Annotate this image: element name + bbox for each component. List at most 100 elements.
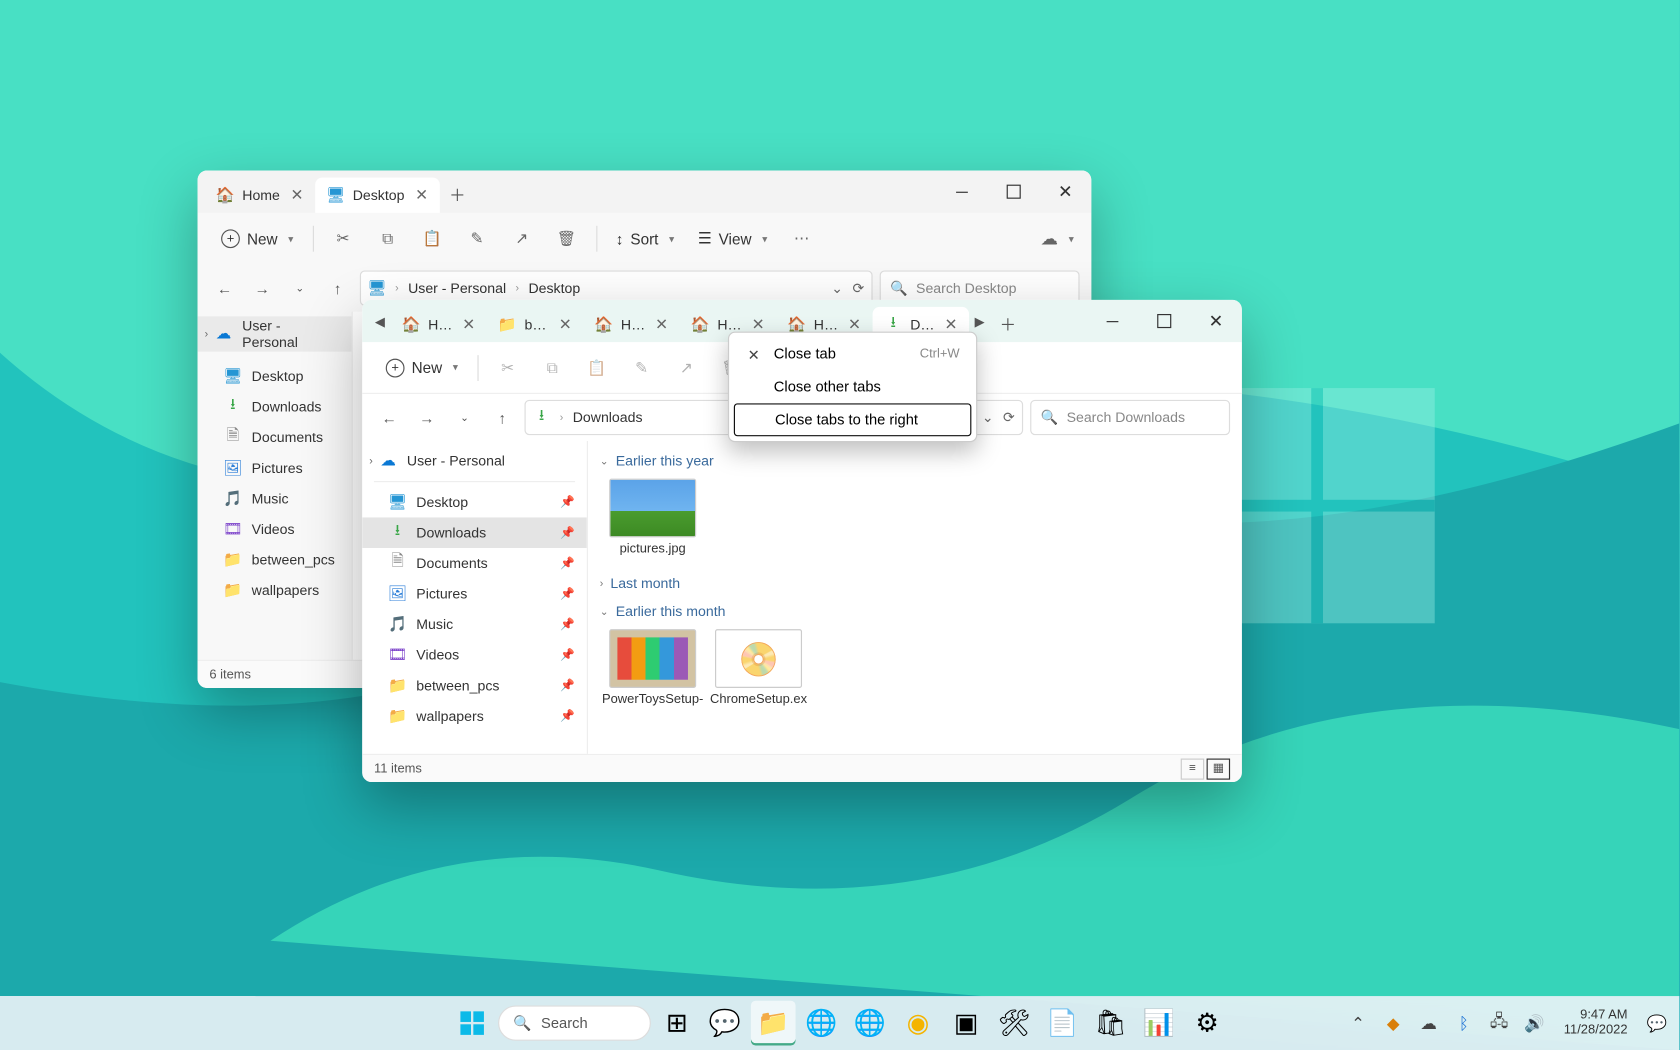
chevron-down-icon[interactable]: ⌄ <box>831 280 843 296</box>
titlebar[interactable]: 🏠Home✕ 🖥Desktop✕ ＋ ✕ <box>198 171 1092 213</box>
taskbar-explorer[interactable]: 📁 <box>751 1001 796 1046</box>
forward-button[interactable]: → <box>412 402 443 433</box>
tab-close-icon[interactable]: ✕ <box>556 315 574 334</box>
sidebar-root[interactable]: ›☁User - Personal <box>362 446 587 477</box>
close-button[interactable]: ✕ <box>1040 171 1092 213</box>
context-menu-item[interactable]: Close other tabs <box>734 370 972 403</box>
search-input[interactable]: 🔍 Search Downloads <box>1030 400 1230 435</box>
tab-desktop[interactable]: 🖥Desktop✕ <box>315 178 440 213</box>
sidebar-item[interactable]: 🖥Desktop <box>198 361 352 392</box>
group-header[interactable]: ›Last month <box>600 568 1230 596</box>
tab-close-icon[interactable]: ✕ <box>288 186 306 205</box>
taskbar-app[interactable]: 💬 <box>703 1001 748 1046</box>
sidebar-item[interactable]: 🖼Pictures <box>198 453 352 484</box>
tab[interactable]: 🏠Hom✕ <box>583 307 679 342</box>
sidebar-item[interactable]: 🎵Music📌 <box>362 609 587 640</box>
minimize-button[interactable] <box>936 171 988 213</box>
tray-network[interactable]: 🖧 <box>1486 1005 1512 1040</box>
taskbar-clock[interactable]: 9:47 AM 11/28/2022 <box>1557 1008 1635 1039</box>
rename-button[interactable]: ✎ <box>622 350 662 385</box>
breadcrumb[interactable]: User - Personal <box>408 280 506 296</box>
start-button[interactable] <box>450 1001 495 1046</box>
minimize-button[interactable] <box>1087 300 1139 342</box>
close-button[interactable]: ✕ <box>1190 300 1242 342</box>
tab[interactable]: 🏠Hom✕ <box>390 307 486 342</box>
pin-icon[interactable]: 📌 <box>560 526 575 539</box>
context-menu-item[interactable]: ✕Close tabCtrl+W <box>734 338 972 371</box>
paste-button[interactable]: 📋 <box>577 350 617 385</box>
onedrive-icon[interactable]: ☁▾ <box>1037 221 1077 256</box>
tray-volume[interactable]: 🔊 <box>1521 1005 1547 1040</box>
taskbar-app[interactable]: 📊 <box>1137 1001 1182 1046</box>
sort-button[interactable]: ↕ Sort▾ <box>606 221 683 256</box>
sidebar-item[interactable]: 🗎Documents <box>198 422 352 453</box>
taskbar-chrome[interactable]: ◉ <box>896 1001 941 1046</box>
sidebar-item[interactable]: 🎞Videos <box>198 514 352 545</box>
icons-view-button[interactable]: ▦ <box>1207 758 1231 779</box>
content-pane[interactable]: ⌄Earlier this yearpictures.jpg›Last mont… <box>588 441 1242 754</box>
new-button[interactable]: +New▾ <box>376 350 467 385</box>
new-tab-button[interactable]: ＋ <box>990 307 1025 342</box>
up-button[interactable]: ↑ <box>322 273 353 304</box>
breadcrumb[interactable]: Downloads <box>573 409 643 425</box>
sidebar-item[interactable]: ⭳Downloads <box>198 392 352 423</box>
taskbar-search[interactable]: 🔍 Search <box>498 1005 651 1040</box>
tab-home[interactable]: 🏠Home✕ <box>205 178 315 213</box>
pin-icon[interactable]: 📌 <box>560 618 575 631</box>
file-item[interactable]: ChromeSetup.ex <box>713 629 805 707</box>
tray-onedrive[interactable]: ☁ <box>1416 1005 1442 1040</box>
sidebar-item[interactable]: 🎵Music <box>198 483 352 514</box>
tab-close-icon[interactable]: ✕ <box>460 315 478 334</box>
chevron-down-icon[interactable]: ⌄ <box>982 409 994 425</box>
delete-button[interactable]: 🗑 <box>546 221 586 256</box>
pin-icon[interactable]: 📌 <box>560 557 575 570</box>
taskbar-store[interactable]: 🛍 <box>1088 1001 1133 1046</box>
pin-icon[interactable]: 📌 <box>560 587 575 600</box>
cut-button[interactable]: ✂ <box>488 350 528 385</box>
tray-overflow[interactable]: ⌃ <box>1345 1005 1371 1040</box>
view-button[interactable]: ☰ View▾ <box>688 221 776 256</box>
pin-icon[interactable]: 📌 <box>560 649 575 662</box>
pin-icon[interactable]: 📌 <box>560 710 575 723</box>
new-button[interactable]: +New▾ <box>212 221 303 256</box>
breadcrumb[interactable]: Desktop <box>528 280 580 296</box>
sidebar-item[interactable]: 🗎Documents📌 <box>362 548 587 579</box>
back-button[interactable]: ← <box>209 273 240 304</box>
notifications-button[interactable]: 💬 <box>1644 1005 1670 1040</box>
copy-button[interactable]: ⧉ <box>368 221 408 256</box>
taskbar-settings[interactable]: ⚙ <box>1185 1001 1230 1046</box>
taskbar-notepad[interactable]: 📄 <box>1040 1001 1085 1046</box>
cut-button[interactable]: ✂ <box>323 221 363 256</box>
maximize-button[interactable] <box>988 171 1040 213</box>
maximize-button[interactable] <box>1138 300 1190 342</box>
tab-close-icon[interactable]: ✕ <box>653 315 671 334</box>
share-button[interactable]: ↗ <box>666 350 706 385</box>
task-view-button[interactable]: ⊞ <box>654 1001 699 1046</box>
sidebar-item[interactable]: ⭳Downloads📌 <box>362 517 587 548</box>
new-tab-button[interactable]: ＋ <box>440 178 475 213</box>
tab-scroll-left[interactable]: ◀ <box>369 300 390 342</box>
paste-button[interactable]: 📋 <box>412 221 452 256</box>
sidebar-item[interactable]: 📁wallpapers📌 <box>362 701 587 732</box>
share-button[interactable]: ↗ <box>502 221 542 256</box>
up-button[interactable]: ↑ <box>487 402 518 433</box>
back-button[interactable]: ← <box>374 402 405 433</box>
forward-button[interactable]: → <box>247 273 278 304</box>
details-view-button[interactable]: ≡ <box>1181 758 1205 779</box>
sidebar-item[interactable]: 📁wallpapers <box>198 575 352 606</box>
taskbar-app[interactable]: 🛠 <box>992 1001 1037 1046</box>
taskbar-edge-beta[interactable]: 🌐 <box>847 1001 892 1046</box>
taskbar-terminal[interactable]: ▣ <box>944 1001 989 1046</box>
pin-icon[interactable]: 📌 <box>560 496 575 509</box>
recent-button[interactable]: ⌄ <box>285 273 316 304</box>
refresh-button[interactable]: ⟳ <box>853 280 865 296</box>
sidebar-item[interactable]: 📁between_pcs📌 <box>362 670 587 701</box>
sidebar-item[interactable]: 🖼Pictures📌 <box>362 579 587 610</box>
tab-close-icon[interactable]: ✕ <box>413 186 431 205</box>
sidebar-item[interactable]: 🎞Videos📌 <box>362 640 587 671</box>
sidebar-item[interactable]: 📁between_pcs <box>198 544 352 575</box>
recent-button[interactable]: ⌄ <box>449 402 480 433</box>
taskbar-edge[interactable]: 🌐 <box>799 1001 844 1046</box>
refresh-button[interactable]: ⟳ <box>1003 409 1015 425</box>
sidebar-item[interactable]: 🖥Desktop📌 <box>362 487 587 518</box>
